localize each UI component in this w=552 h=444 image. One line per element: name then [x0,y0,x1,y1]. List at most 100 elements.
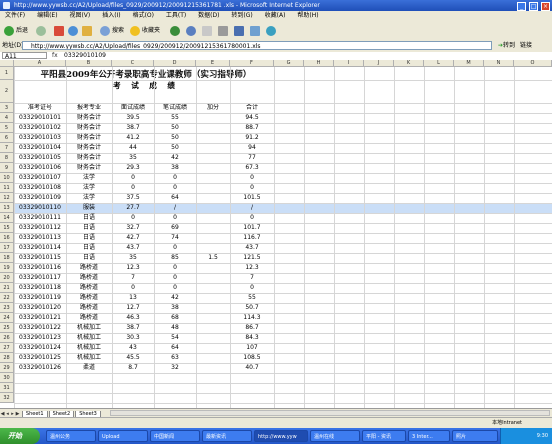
table-cell[interactable]: 1.5 [196,253,230,263]
table-cell[interactable]: 54 [154,333,196,343]
horizontal-scrollbar[interactable] [110,410,550,416]
col-header-l[interactable]: L [424,60,454,67]
menu-edit[interactable]: 编辑(E) [32,11,62,21]
table-cell[interactable]: 27.7 [112,203,154,213]
table-cell[interactable]: 12.7 [112,303,154,313]
table-cell[interactable]: 03329010109 [14,193,66,203]
row-header[interactable]: 16 [0,233,14,243]
menu-help[interactable]: 帮助(H) [292,11,323,21]
table-cell[interactable]: 财务会计 [66,113,112,123]
table-cell[interactable]: 42 [154,293,196,303]
table-cell[interactable]: 0 [230,183,274,193]
table-cell[interactable]: 94 [230,143,274,153]
table-cell[interactable]: 67.3 [230,163,274,173]
table-cell[interactable]: 88.7 [230,123,274,133]
row-header[interactable]: 19 [0,263,14,273]
table-cell[interactable]: 42.7 [112,233,154,243]
menu-format[interactable]: 格式(O) [128,11,159,21]
table-cell[interactable]: 37.5 [112,193,154,203]
table-cell[interactable]: 03329010117 [14,273,66,283]
menu-insert[interactable]: 插入(I) [97,11,125,21]
table-cell[interactable]: 财务会计 [66,143,112,153]
header-total[interactable]: 合计 [230,103,274,113]
media-button[interactable] [168,24,184,37]
table-cell[interactable]: 107 [230,343,274,353]
table-cell[interactable]: 7 [112,273,154,283]
table-cell[interactable]: 42 [154,153,196,163]
taskbar-item[interactable]: Upload [98,430,148,442]
col-header-d[interactable]: D [154,60,196,67]
table-cell[interactable]: / [154,203,196,213]
col-header-m[interactable]: M [454,60,484,67]
address-input[interactable]: http://www.yywsb.cc/A2/Upload/files_0929… [22,41,492,50]
header-exam-id[interactable]: 准考证号 [14,103,66,113]
table-cell[interactable]: 94.5 [230,113,274,123]
table-cell[interactable]: 03329010108 [14,183,66,193]
mail-button[interactable] [200,24,216,37]
table-cell[interactable]: 77 [230,153,274,163]
table-cell[interactable]: 法学 [66,173,112,183]
row-header[interactable]: 25 [0,323,14,333]
table-cell[interactable]: 35 [112,253,154,263]
table-cell[interactable]: 84.3 [230,333,274,343]
table-cell[interactable]: 38 [154,163,196,173]
table-cell[interactable]: 03329010126 [14,363,66,373]
taskbar-item[interactable]: 平阳 - 资讯 [362,430,406,442]
table-cell[interactable]: 13 [112,293,154,303]
table-cell[interactable]: 50 [154,123,196,133]
taskbar-item[interactable]: 温州公务 [46,430,96,442]
table-cell[interactable]: 路桥道 [66,293,112,303]
home-button[interactable] [80,24,96,37]
row-header[interactable]: 32 [0,393,14,403]
table-cell[interactable]: 0 [112,183,154,193]
taskbar-item-active[interactable]: http://www.yyw [254,430,308,442]
table-cell[interactable]: 机械加工 [66,353,112,363]
table-cell[interactable]: 46.3 [112,313,154,323]
table-cell[interactable]: 日语 [66,233,112,243]
table-cell[interactable]: 55 [230,293,274,303]
col-header-e[interactable]: E [196,60,230,67]
row-header[interactable]: 10 [0,173,14,183]
formula-input[interactable]: 03329010109 [64,52,106,60]
table-cell[interactable]: 39.5 [112,113,154,123]
header-major[interactable]: 报考专业 [66,103,112,113]
menu-view[interactable]: 视图(V) [64,11,95,21]
table-cell[interactable]: 35 [112,153,154,163]
row-header[interactable]: 13 [0,203,14,213]
table-cell[interactable]: 0 [112,173,154,183]
table-cell[interactable]: 0 [154,183,196,193]
row-header[interactable]: 3 [0,103,14,113]
table-cell[interactable]: 121.5 [230,253,274,263]
table-cell[interactable]: 03329010114 [14,243,66,253]
table-cell[interactable]: 0 [154,263,196,273]
table-cell[interactable]: 路桥道 [66,283,112,293]
table-cell[interactable]: 财务会计 [66,153,112,163]
table-cell[interactable]: 03329010106 [14,163,66,173]
row-header[interactable]: 28 [0,353,14,363]
col-header-k[interactable]: K [394,60,424,67]
row-header[interactable]: 9 [0,163,14,173]
table-cell[interactable]: 29.3 [112,163,154,173]
table-cell[interactable]: 法学 [66,193,112,203]
table-cell[interactable]: 114.3 [230,313,274,323]
table-cell[interactable]: 机械加工 [66,343,112,353]
taskbar-item[interactable]: 温州在线 [310,430,360,442]
table-cell[interactable]: 03329010107 [14,173,66,183]
table-cell[interactable]: 12.3 [112,263,154,273]
table-cell[interactable]: 41.2 [112,133,154,143]
table-cell[interactable]: 101.5 [230,193,274,203]
table-cell[interactable]: 91.2 [230,133,274,143]
table-cell[interactable]: 69 [154,223,196,233]
table-cell[interactable]: 路桥道 [66,303,112,313]
menu-tools[interactable]: 工具(T) [161,11,191,21]
table-cell[interactable]: 43.7 [230,243,274,253]
table-cell[interactable]: 路桥道 [66,273,112,283]
row-header[interactable]: 6 [0,133,14,143]
close-button[interactable]: × [541,2,550,11]
back-button[interactable]: 后退 [2,24,30,37]
taskbar-item[interactable]: 照片 [452,430,498,442]
table-cell[interactable]: 03329010112 [14,223,66,233]
row-header[interactable]: 30 [0,373,14,383]
table-cell[interactable]: 日语 [66,223,112,233]
table-cell[interactable]: 03329010124 [14,343,66,353]
